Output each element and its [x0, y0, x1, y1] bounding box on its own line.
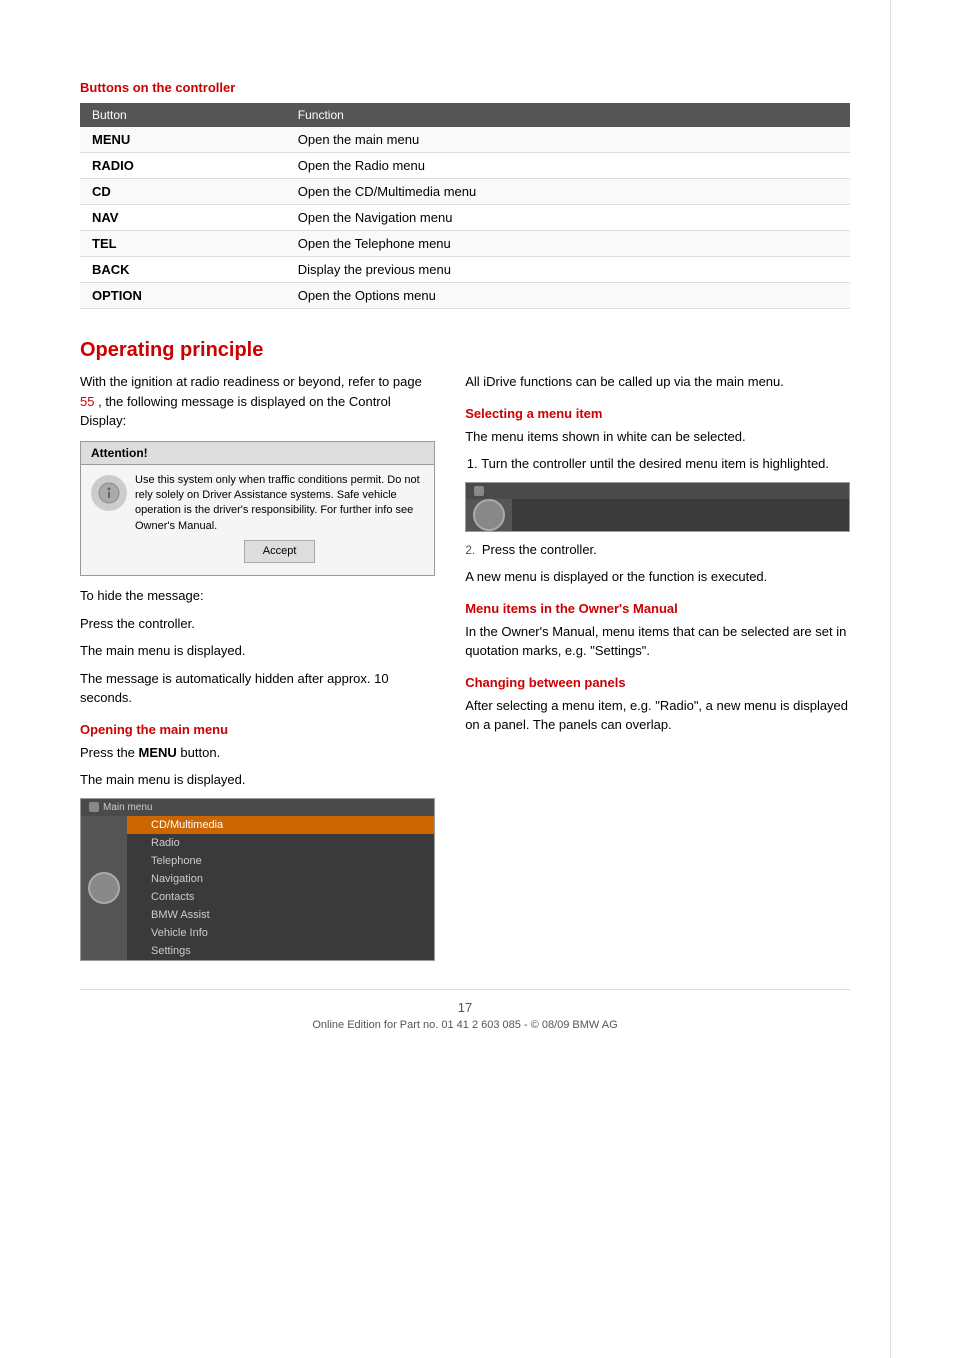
attention-icon — [91, 475, 127, 511]
op-section-title: Operating principle — [80, 339, 850, 362]
table-row: NAVOpen the Navigation menu — [80, 205, 850, 231]
two-col-layout: With the ignition at radio readiness or … — [80, 372, 850, 969]
menu-icon — [89, 802, 99, 812]
buttons-table: Button Function MENUOpen the main menuRA… — [80, 103, 850, 309]
menu-screenshot-left: Main menu CD/MultimediaRadioTelephoneNav… — [80, 798, 435, 961]
button-function-cell: Display the previous menu — [286, 257, 850, 283]
hide-msg-1: To hide the message: — [80, 586, 435, 606]
knob-area-right — [466, 499, 512, 531]
step-1: Turn the controller until the desired me… — [481, 454, 850, 474]
menu-icon-right — [474, 486, 484, 496]
attention-body: Use this system only when traffic condit… — [81, 465, 434, 576]
button-name-cell: MENU — [80, 127, 286, 153]
right-sidebar — [890, 0, 960, 1358]
menu-item: CD/Multimedia — [127, 816, 434, 834]
button-function-cell: Open the Navigation menu — [286, 205, 850, 231]
menu-list-left: CD/MultimediaRadioTelephoneNavigationCon… — [127, 816, 434, 960]
menu-item: Contacts — [127, 888, 434, 906]
col-header-button: Button — [80, 103, 286, 127]
owners-manual-subtitle: Menu items in the Owner's Manual — [465, 601, 850, 616]
owners-manual-text: In the Owner's Manual, menu items that c… — [465, 622, 850, 661]
press-menu-text: Press the MENU button. — [80, 743, 435, 763]
button-name-cell: OPTION — [80, 283, 286, 309]
table-row: RADIOOpen the Radio menu — [80, 153, 850, 179]
step2-result: A new menu is displayed or the function … — [465, 567, 850, 587]
hide-msg-3: The main menu is displayed. — [80, 641, 435, 661]
menu-item: Radio — [127, 834, 434, 852]
menu-list-right — [512, 499, 849, 531]
menu-title-left: Main menu — [103, 802, 152, 813]
controller-knob-right — [473, 499, 505, 531]
button-name-cell: BACK — [80, 257, 286, 283]
accept-button[interactable]: Accept — [244, 540, 316, 563]
opening-main-menu-title: Opening the main menu — [80, 722, 435, 737]
attention-text: Use this system only when traffic condit… — [135, 473, 424, 572]
button-function-cell: Open the Options menu — [286, 283, 850, 309]
intro-link[interactable]: 55 — [80, 394, 94, 409]
main-menu-displayed-left: The main menu is displayed. — [80, 770, 435, 790]
buttons-section-title: Buttons on the controller — [80, 80, 850, 95]
auto-hide-text: The message is automatically hidden afte… — [80, 669, 435, 708]
footer-text: Online Edition for Part no. 01 41 2 603 … — [80, 1019, 850, 1031]
step2-text: Press the controller. — [482, 542, 597, 557]
table-row: OPTIONOpen the Options menu — [80, 283, 850, 309]
menu-item: BMW Assist — [127, 906, 434, 924]
step2-label: 2. Press the controller. — [465, 540, 850, 560]
col-header-function: Function — [286, 103, 850, 127]
press-prefix: Press the — [80, 745, 139, 760]
button-function-cell: Open the main menu — [286, 127, 850, 153]
table-row: CDOpen the CD/Multimedia menu — [80, 179, 850, 205]
press-suffix: button. — [177, 745, 220, 760]
button-name-cell: NAV — [80, 205, 286, 231]
table-row: MENUOpen the main menu — [80, 127, 850, 153]
intro-paragraph: With the ignition at radio readiness or … — [80, 372, 435, 431]
button-name-cell: RADIO — [80, 153, 286, 179]
controller-knob-left — [88, 872, 120, 904]
main-content: Buttons on the controller Button Functio… — [0, 0, 890, 1358]
idrive-intro: All iDrive functions can be called up vi… — [465, 372, 850, 392]
step-1-text: Turn the controller until the desired me… — [481, 456, 829, 471]
menu-with-knob-left: CD/MultimediaRadioTelephoneNavigationCon… — [81, 816, 434, 960]
changing-panels-text: After selecting a menu item, e.g. "Radio… — [465, 696, 850, 735]
menu-with-knob-right — [466, 499, 849, 531]
changing-panels-subtitle: Changing between panels — [465, 675, 850, 690]
selecting-menu-item-title: Selecting a menu item — [465, 406, 850, 421]
attention-message: Use this system only when traffic condit… — [135, 474, 420, 532]
knob-area-left — [81, 816, 127, 960]
button-function-cell: Open the Radio menu — [286, 153, 850, 179]
right-column: All iDrive functions can be called up vi… — [465, 372, 850, 969]
menu-item: Vehicle Info — [127, 924, 434, 942]
button-function-cell: Open the Telephone menu — [286, 231, 850, 257]
page-footer: 17 Online Edition for Part no. 01 41 2 6… — [80, 989, 850, 1031]
menu-item: Navigation — [127, 870, 434, 888]
page-number: 17 — [80, 1000, 850, 1015]
menu-items-white: The menu items shown in white can be sel… — [465, 427, 850, 447]
attention-box: Attention! Use this system only whe — [80, 441, 435, 577]
button-name-cell: TEL — [80, 231, 286, 257]
operating-principle-section: Operating principle With the ignition at… — [80, 339, 850, 969]
steps-list: Turn the controller until the desired me… — [465, 454, 850, 474]
menu-item: Telephone — [127, 852, 434, 870]
buttons-section: Buttons on the controller Button Functio… — [80, 80, 850, 309]
button-name-cell: CD — [80, 179, 286, 205]
hide-msg-2: Press the controller. — [80, 614, 435, 634]
intro-text1: With the ignition at radio readiness or … — [80, 374, 422, 389]
menu-item: Settings — [127, 942, 434, 960]
page-container: Buttons on the controller Button Functio… — [0, 0, 960, 1358]
menu-header-right — [466, 483, 849, 499]
table-header-row: Button Function — [80, 103, 850, 127]
intro-text2: , the following message is displayed on … — [80, 394, 391, 429]
attention-header: Attention! — [81, 442, 434, 465]
menu-header-left: Main menu — [81, 799, 434, 816]
button-function-cell: Open the CD/Multimedia menu — [286, 179, 850, 205]
left-column: With the ignition at radio readiness or … — [80, 372, 435, 969]
table-row: BACKDisplay the previous menu — [80, 257, 850, 283]
menu-bold: MENU — [139, 745, 177, 760]
menu-screenshot-right — [465, 482, 850, 532]
table-row: TELOpen the Telephone menu — [80, 231, 850, 257]
